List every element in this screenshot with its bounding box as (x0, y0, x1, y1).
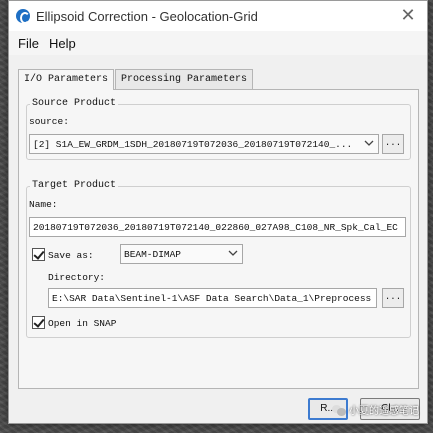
source-product-select[interactable]: [2] S1A_EW_GRDM_1SDH_20180719T072036_201… (29, 134, 379, 154)
source-label: source: (29, 116, 69, 127)
source-browse-button[interactable]: ... (382, 134, 404, 154)
io-parameters-panel: Source Product source: [2] S1A_EW_GRDM_1… (18, 89, 419, 389)
menu-help[interactable]: Help (44, 36, 81, 51)
snap-app-icon (16, 9, 30, 24)
title-bar: Ellipsoid Correction - Geolocation-Grid … (9, 1, 427, 31)
directory-browse-button[interactable]: ... (382, 288, 404, 308)
directory-label: Directory: (48, 272, 106, 283)
source-product-value: [2] S1A_EW_GRDM_1SDH_20180719T072036_201… (33, 139, 353, 150)
watermark-text: 小夏的遥感笔记 (349, 406, 419, 417)
tab-strip: I/O Parameters Processing Parameters (18, 69, 254, 90)
format-select[interactable]: BEAM-DIMAP (120, 244, 243, 264)
watermark: 小夏的遥感笔记 (332, 402, 419, 417)
close-icon[interactable]: ✕ (399, 6, 417, 25)
chevron-down-icon (228, 250, 238, 256)
format-value: BEAM-DIMAP (124, 249, 182, 260)
menu-bar: File Help (9, 31, 427, 55)
target-product-title: Target Product (30, 180, 119, 191)
window-title: Ellipsoid Correction - Geolocation-Grid (36, 8, 258, 24)
tab-processing-parameters[interactable]: Processing Parameters (115, 69, 254, 89)
open-in-snap-checkbox[interactable] (32, 316, 45, 329)
source-product-title: Source Product (30, 98, 119, 109)
save-as-label: Save as: (48, 250, 94, 261)
source-product-group: Source Product source: [2] S1A_EW_GRDM_1… (26, 98, 411, 160)
menu-file[interactable]: File (13, 36, 44, 51)
directory-field[interactable]: E:\SAR Data\Sentinel-1\ASF Data Search\D… (48, 288, 377, 308)
open-in-snap-label: Open in SNAP (48, 318, 117, 329)
save-as-checkbox[interactable] (32, 248, 45, 261)
target-name-field[interactable]: 20180719T072036_20180719T072140_022860_0… (29, 217, 406, 237)
chat-bubbles-icon (332, 404, 346, 416)
ellipsoid-correction-dialog: Ellipsoid Correction - Geolocation-Grid … (8, 0, 428, 424)
chevron-down-icon (364, 140, 374, 146)
name-label: Name: (29, 199, 58, 210)
tab-io-parameters[interactable]: I/O Parameters (18, 69, 115, 90)
target-product-group: Target Product Name: 20180719T072036_201… (26, 180, 411, 338)
